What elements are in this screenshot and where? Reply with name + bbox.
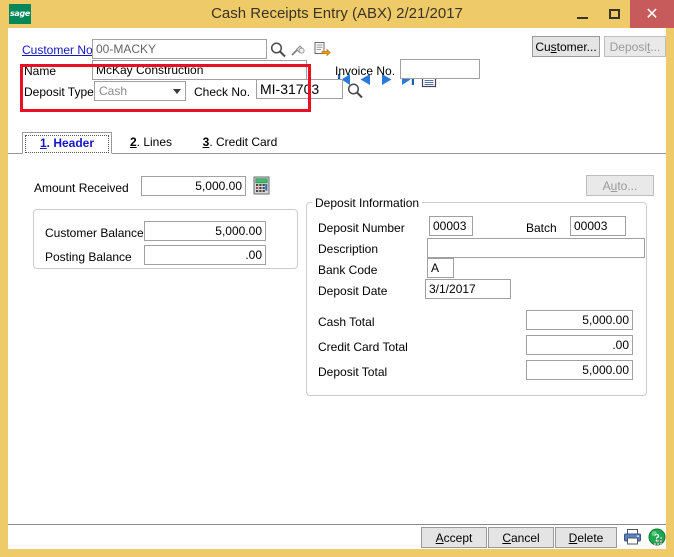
footer-bar: Accept Cancel Delete ? [8,525,666,549]
deposit-total-label: Deposit Total [318,365,388,379]
delete-button[interactable]: Delete [555,527,617,548]
cancel-button-label: Cancel [502,530,540,545]
magnifier-icon [270,42,286,58]
deposit-date-input[interactable] [425,279,511,299]
close-button[interactable]: ✕ [630,0,674,28]
name-input[interactable] [92,60,307,80]
tab-lines[interactable]: 2. Lines [118,132,184,154]
accept-button-label: Accept [435,530,473,545]
customer-pin-button[interactable] [289,41,307,59]
credit-card-total-label: Credit Card Total [318,340,408,354]
calculator-button[interactable] [253,176,270,195]
memo-button[interactable] [313,40,331,58]
posting-balance-input [144,245,266,265]
window-border-bottom [0,549,674,557]
customer-button-label: Customer... [535,39,597,54]
deposit-type-label: Deposit Type [24,85,94,99]
resize-grip[interactable] [653,537,663,547]
accept-button[interactable]: Accept [421,527,487,548]
application-window: sage Cash Receipts Entry (ABX) 2/21/2017… [0,0,674,557]
memo-icon [314,42,331,57]
customer-lookup-button[interactable] [269,41,287,59]
tab-lines-label: Lines [143,135,173,149]
customer-button[interactable]: Customer... [532,36,600,57]
deposit-number-label: Deposit Number [318,221,405,235]
header-tab-panel: Amount Received 5,000.00 Auto... Custome… [8,154,666,524]
magnifier-icon [347,83,363,99]
posting-balance-label: Posting Balance [45,250,132,264]
name-label: Name [24,64,57,78]
pin-icon [291,45,305,56]
description-input[interactable] [427,238,645,258]
amount-received-input[interactable] [141,176,246,196]
deposit-button: Deposit... [604,36,666,57]
tab-credit-card-label: Credit Card [216,135,278,149]
deposit-button-label: Deposit... [609,39,661,54]
delete-button-label: Delete [568,530,604,545]
minimize-button[interactable] [566,0,598,28]
window-border-left [0,28,8,557]
minimize-icon [566,0,598,28]
amount-received-label: Amount Received [34,181,129,195]
deposit-type-select[interactable]: Cash [94,81,186,101]
deposit-type-value: Cash [99,84,128,98]
window-client-area: Customer No. 00-MACKY Name McKay Constru… [8,28,666,549]
invoice-no-label: Invoice No. [335,64,396,78]
cash-total-input [526,310,633,330]
auto-button-label: Auto... [602,178,638,193]
check-no-label: Check No. [194,85,251,99]
deposit-number-input[interactable] [429,216,473,236]
chevron-down-icon [168,82,185,100]
window-border-right [666,28,674,557]
maximize-icon [598,0,630,28]
customer-no-link[interactable]: Customer No. [22,43,96,57]
tab-credit-card[interactable]: 3. Credit Card [190,132,290,154]
print-button[interactable] [623,528,642,546]
batch-input[interactable] [570,216,626,236]
tab-header[interactable]: 1. Header [22,132,112,154]
check-lookup-button[interactable] [346,82,364,100]
cash-total-label: Cash Total [318,315,375,329]
deposit-information-label: Deposit Information [312,196,423,210]
customer-no-input[interactable] [92,39,267,59]
credit-card-total-input [526,335,633,355]
deposit-date-label: Deposit Date [318,284,388,298]
tab-strip: 1. Header 2. Lines 3. Credit Card [8,132,666,154]
close-icon: ✕ [645,6,659,23]
maximize-button[interactable] [598,0,630,28]
header-panel: Customer No. 00-MACKY Name McKay Constru… [8,28,666,112]
batch-label: Batch [526,221,557,235]
tab-focus-ring [25,135,109,153]
tab-lines-num: 2 [129,135,137,149]
cancel-button[interactable]: Cancel [488,527,554,548]
check-no-input[interactable] [256,79,343,99]
invoice-no-input[interactable] [400,59,480,79]
bank-code-input[interactable] [427,258,454,278]
customer-balance-label: Customer Balance [45,226,144,240]
title-bar: sage Cash Receipts Entry (ABX) 2/21/2017… [0,0,674,28]
calculator-icon [253,176,270,195]
deposit-total-input [526,360,633,380]
printer-icon [624,529,641,545]
customer-balance-input [144,221,266,241]
auto-button: Auto... [586,175,654,196]
description-label: Description [318,242,379,256]
bank-code-label: Bank Code [318,263,378,277]
